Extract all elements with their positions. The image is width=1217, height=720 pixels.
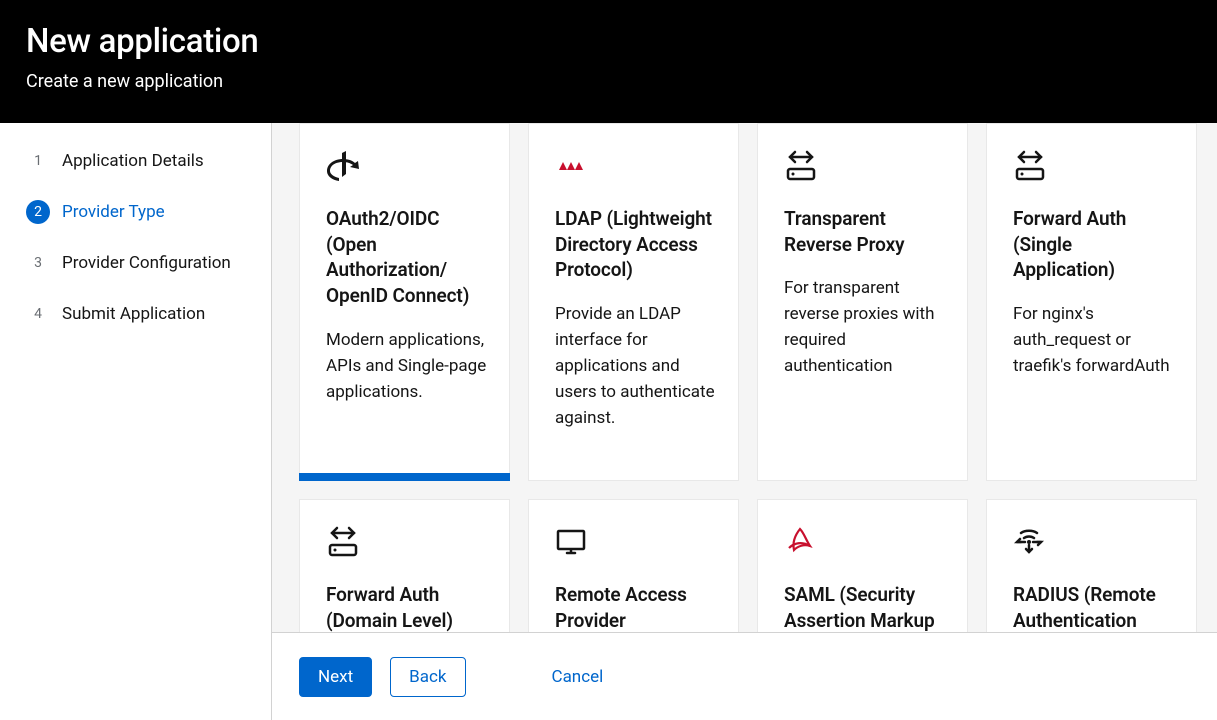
card-description: Modern applications, APIs and Single-pag…: [326, 327, 487, 405]
proxy-icon: [1013, 148, 1174, 184]
provider-card-remote-access[interactable]: Remote Access Provider: [528, 499, 739, 632]
step-application-details[interactable]: 1 Application Details: [0, 141, 271, 181]
provider-card-forward-auth-single[interactable]: Forward Auth (Single Application) For ng…: [986, 123, 1197, 481]
card-title: Remote Access Provider: [555, 582, 716, 632]
card-title: OAuth2/OIDC (Open Authorization/ OpenID …: [326, 206, 487, 309]
card-description: Provide an LDAP interface for applicatio…: [555, 301, 716, 431]
page-header: New application Create a new application: [0, 0, 1217, 123]
card-title: Forward Auth (Domain Level): [326, 582, 487, 632]
step-number: 4: [26, 302, 50, 326]
step-submit-application[interactable]: 4 Submit Application: [0, 294, 271, 334]
step-label: Provider Type: [62, 202, 165, 222]
radius-icon: [1013, 524, 1174, 560]
step-provider-configuration[interactable]: 3 Provider Configuration: [0, 243, 271, 283]
wizard-footer: Next Back Cancel: [272, 632, 1217, 720]
step-label: Submit Application: [62, 304, 205, 324]
card-title: SAML (Security Assertion Markup: [784, 582, 945, 632]
back-button[interactable]: Back: [390, 657, 465, 697]
step-label: Application Details: [62, 151, 204, 171]
ldap-icon: [555, 148, 716, 184]
step-provider-type[interactable]: 2 Provider Type: [0, 192, 271, 232]
next-button[interactable]: Next: [299, 657, 372, 697]
saml-icon: [784, 524, 945, 560]
step-number: 2: [26, 200, 50, 224]
proxy-icon: [326, 524, 487, 560]
main-content: OAuth2/OIDC (Open Authorization/ OpenID …: [272, 123, 1217, 720]
step-number: 1: [26, 149, 50, 173]
provider-card-oauth2-oidc[interactable]: OAuth2/OIDC (Open Authorization/ OpenID …: [299, 123, 510, 481]
card-description: For transparent reverse proxies with req…: [784, 275, 945, 379]
provider-card-forward-auth-domain[interactable]: Forward Auth (Domain Level): [299, 499, 510, 632]
card-title: Transparent Reverse Proxy: [784, 206, 945, 257]
page-title: New application: [26, 22, 1191, 61]
oidc-icon: [326, 148, 487, 184]
card-title: Forward Auth (Single Application): [1013, 206, 1174, 283]
cancel-button[interactable]: Cancel: [534, 658, 622, 696]
provider-card-radius[interactable]: RADIUS (Remote Authentication: [986, 499, 1197, 632]
monitor-icon: [555, 524, 716, 560]
card-title: LDAP (Lightweight Directory Access Proto…: [555, 206, 716, 283]
provider-card-transparent-proxy[interactable]: Transparent Reverse Proxy For transparen…: [757, 123, 968, 481]
wizard-steps-sidebar: 1 Application Details 2 Provider Type 3 …: [0, 123, 272, 720]
proxy-icon: [784, 148, 945, 184]
step-label: Provider Configuration: [62, 253, 231, 273]
provider-card-saml[interactable]: SAML (Security Assertion Markup: [757, 499, 968, 632]
card-description: For nginx's auth_request or traefik's fo…: [1013, 301, 1174, 379]
provider-card-ldap[interactable]: LDAP (Lightweight Directory Access Proto…: [528, 123, 739, 481]
step-number: 3: [26, 251, 50, 275]
card-title: RADIUS (Remote Authentication: [1013, 582, 1174, 632]
provider-cards-grid: OAuth2/OIDC (Open Authorization/ OpenID …: [272, 123, 1197, 632]
page-subtitle: Create a new application: [26, 71, 1191, 92]
